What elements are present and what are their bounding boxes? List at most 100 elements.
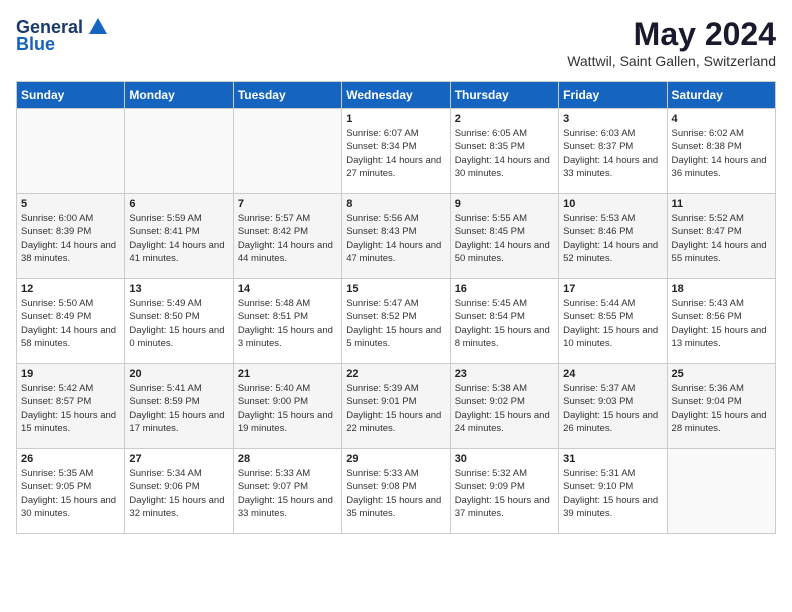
calendar-cell: 22Sunrise: 5:39 AMSunset: 9:01 PMDayligh… <box>342 364 450 449</box>
day-number: 10 <box>563 198 662 210</box>
day-info: Sunrise: 6:02 AMSunset: 8:38 PMDaylight:… <box>672 127 771 180</box>
day-number: 1 <box>346 113 445 125</box>
day-number: 23 <box>455 368 554 380</box>
day-number: 9 <box>455 198 554 210</box>
calendar-cell: 21Sunrise: 5:40 AMSunset: 9:00 PMDayligh… <box>233 364 341 449</box>
calendar-cell: 2 Sunrise: 6:05 AMSunset: 8:35 PMDaylight… <box>450 109 558 194</box>
day-number: 26 <box>21 453 120 465</box>
calendar-cell: 8Sunrise: 5:56 AMSunset: 8:43 PMDaylight… <box>342 194 450 279</box>
day-header-friday: Friday <box>559 82 667 109</box>
month-year: May 2024 <box>567 16 776 53</box>
day-number: 20 <box>129 368 228 380</box>
day-info: Sunrise: 5:50 AMSunset: 8:49 PMDaylight:… <box>21 297 120 350</box>
calendar-cell <box>233 109 341 194</box>
calendar-cell: 28Sunrise: 5:33 AMSunset: 9:07 PMDayligh… <box>233 449 341 534</box>
day-number: 2 <box>455 113 554 125</box>
day-info: Sunrise: 5:39 AMSunset: 9:01 PMDaylight:… <box>346 382 445 435</box>
calendar-cell: 10 Sunrise: 5:53 AMSunset: 8:46 PMDayligh… <box>559 194 667 279</box>
calendar-cell: 5 Sunrise: 6:00 AMSunset: 8:39 PMDaylight… <box>17 194 125 279</box>
calendar-cell: 4 Sunrise: 6:02 AMSunset: 8:38 PMDaylight… <box>667 109 775 194</box>
logo: General Blue <box>16 16 109 55</box>
day-info: Sunrise: 5:34 AMSunset: 9:06 PMDaylight:… <box>129 467 228 520</box>
day-info: Sunrise: 5:37 AMSunset: 9:03 PMDaylight:… <box>563 382 662 435</box>
calendar-cell: 7 Sunrise: 5:57 AMSunset: 8:42 PMDaylight… <box>233 194 341 279</box>
day-header-monday: Monday <box>125 82 233 109</box>
day-number: 7 <box>238 198 337 210</box>
week-row-4: 19 Sunrise: 5:42 AMSunset: 8:57 PMDayligh… <box>17 364 776 449</box>
day-header-thursday: Thursday <box>450 82 558 109</box>
day-info: Sunrise: 5:47 AMSunset: 8:52 PMDaylight:… <box>346 297 445 350</box>
day-info: Sunrise: 6:00 AMSunset: 8:39 PMDaylight:… <box>21 212 120 265</box>
day-info: Sunrise: 5:55 AMSunset: 8:45 PMDaylight:… <box>455 212 554 265</box>
day-header-sunday: Sunday <box>17 82 125 109</box>
day-info: Sunrise: 6:05 AMSunset: 8:35 PMDaylight:… <box>455 127 554 180</box>
calendar-cell: 16 Sunrise: 5:45 AMSunset: 8:54 PMDayligh… <box>450 279 558 364</box>
day-number: 18 <box>672 283 771 295</box>
day-info: Sunrise: 5:38 AMSunset: 9:02 PMDaylight:… <box>455 382 554 435</box>
calendar-cell <box>125 109 233 194</box>
day-info: Sunrise: 5:52 AMSunset: 8:47 PMDaylight:… <box>672 212 771 265</box>
day-info: Sunrise: 5:56 AMSunset: 8:43 PMDaylight:… <box>346 212 445 265</box>
day-info: Sunrise: 5:45 AMSunset: 8:54 PMDaylight:… <box>455 297 554 350</box>
logo-icon <box>87 16 109 38</box>
week-row-2: 5 Sunrise: 6:00 AMSunset: 8:39 PMDaylight… <box>17 194 776 279</box>
calendar-cell: 1 Sunrise: 6:07 AMSunset: 8:34 PMDaylight… <box>342 109 450 194</box>
day-info: Sunrise: 5:42 AMSunset: 8:57 PMDaylight:… <box>21 382 120 435</box>
day-number: 6 <box>129 198 228 210</box>
calendar-cell: 23 Sunrise: 5:38 AMSunset: 9:02 PMDayligh… <box>450 364 558 449</box>
day-number: 19 <box>21 368 120 380</box>
day-number: 13 <box>129 283 228 295</box>
day-header-tuesday: Tuesday <box>233 82 341 109</box>
day-number: 30 <box>455 453 554 465</box>
day-number: 27 <box>129 453 228 465</box>
day-number: 31 <box>563 453 662 465</box>
calendar-cell: 6 Sunrise: 5:59 AMSunset: 8:41 PMDaylight… <box>125 194 233 279</box>
day-number: 3 <box>563 113 662 125</box>
day-number: 25 <box>672 368 771 380</box>
day-info: Sunrise: 5:35 AMSunset: 9:05 PMDaylight:… <box>21 467 120 520</box>
day-info: Sunrise: 5:57 AMSunset: 8:42 PMDaylight:… <box>238 212 337 265</box>
day-number: 12 <box>21 283 120 295</box>
day-header-saturday: Saturday <box>667 82 775 109</box>
calendar-cell: 20Sunrise: 5:41 AMSunset: 8:59 PMDayligh… <box>125 364 233 449</box>
day-info: Sunrise: 6:07 AMSunset: 8:34 PMDaylight:… <box>346 127 445 180</box>
day-number: 17 <box>563 283 662 295</box>
calendar-cell <box>667 449 775 534</box>
calendar-cell: 12 Sunrise: 5:50 AMSunset: 8:49 PMDayligh… <box>17 279 125 364</box>
calendar-cell: 17 Sunrise: 5:44 AMSunset: 8:55 PMDayligh… <box>559 279 667 364</box>
day-number: 11 <box>672 198 771 210</box>
calendar-cell: 30 Sunrise: 5:32 AMSunset: 9:09 PMDayligh… <box>450 449 558 534</box>
calendar-cell: 26 Sunrise: 5:35 AMSunset: 9:05 PMDayligh… <box>17 449 125 534</box>
day-info: Sunrise: 5:48 AMSunset: 8:51 PMDaylight:… <box>238 297 337 350</box>
day-info: Sunrise: 5:53 AMSunset: 8:46 PMDaylight:… <box>563 212 662 265</box>
day-number: 29 <box>346 453 445 465</box>
calendar-cell: 9 Sunrise: 5:55 AMSunset: 8:45 PMDaylight… <box>450 194 558 279</box>
day-info: Sunrise: 5:40 AMSunset: 9:00 PMDaylight:… <box>238 382 337 435</box>
day-info: Sunrise: 5:59 AMSunset: 8:41 PMDaylight:… <box>129 212 228 265</box>
calendar-cell: 25Sunrise: 5:36 AMSunset: 9:04 PMDayligh… <box>667 364 775 449</box>
week-row-5: 26 Sunrise: 5:35 AMSunset: 9:05 PMDayligh… <box>17 449 776 534</box>
day-info: Sunrise: 5:32 AMSunset: 9:09 PMDaylight:… <box>455 467 554 520</box>
calendar-cell: 13 Sunrise: 5:49 AMSunset: 8:50 PMDayligh… <box>125 279 233 364</box>
calendar-cell: 15Sunrise: 5:47 AMSunset: 8:52 PMDayligh… <box>342 279 450 364</box>
day-info: Sunrise: 5:44 AMSunset: 8:55 PMDaylight:… <box>563 297 662 350</box>
calendar-cell: 14Sunrise: 5:48 AMSunset: 8:51 PMDayligh… <box>233 279 341 364</box>
day-info: Sunrise: 5:49 AMSunset: 8:50 PMDaylight:… <box>129 297 228 350</box>
calendar-cell: 19 Sunrise: 5:42 AMSunset: 8:57 PMDayligh… <box>17 364 125 449</box>
calendar-table: SundayMondayTuesdayWednesdayThursdayFrid… <box>16 81 776 534</box>
calendar-cell: 31 Sunrise: 5:31 AMSunset: 9:10 PMDayligh… <box>559 449 667 534</box>
day-number: 4 <box>672 113 771 125</box>
day-info: Sunrise: 5:33 AMSunset: 9:07 PMDaylight:… <box>238 467 337 520</box>
location: Wattwil, Saint Gallen, Switzerland <box>567 53 776 69</box>
day-info: Sunrise: 5:43 AMSunset: 8:56 PMDaylight:… <box>672 297 771 350</box>
header-row: SundayMondayTuesdayWednesdayThursdayFrid… <box>17 82 776 109</box>
day-header-wednesday: Wednesday <box>342 82 450 109</box>
day-number: 16 <box>455 283 554 295</box>
title-block: May 2024 Wattwil, Saint Gallen, Switzerl… <box>567 16 776 69</box>
day-number: 5 <box>21 198 120 210</box>
page-header: General Blue May 2024 Wattwil, Saint Gal… <box>16 16 776 69</box>
calendar-cell: 11 Sunrise: 5:52 AMSunset: 8:47 PMDayligh… <box>667 194 775 279</box>
week-row-1: 1 Sunrise: 6:07 AMSunset: 8:34 PMDaylight… <box>17 109 776 194</box>
calendar-cell <box>17 109 125 194</box>
day-info: Sunrise: 5:31 AMSunset: 9:10 PMDaylight:… <box>563 467 662 520</box>
